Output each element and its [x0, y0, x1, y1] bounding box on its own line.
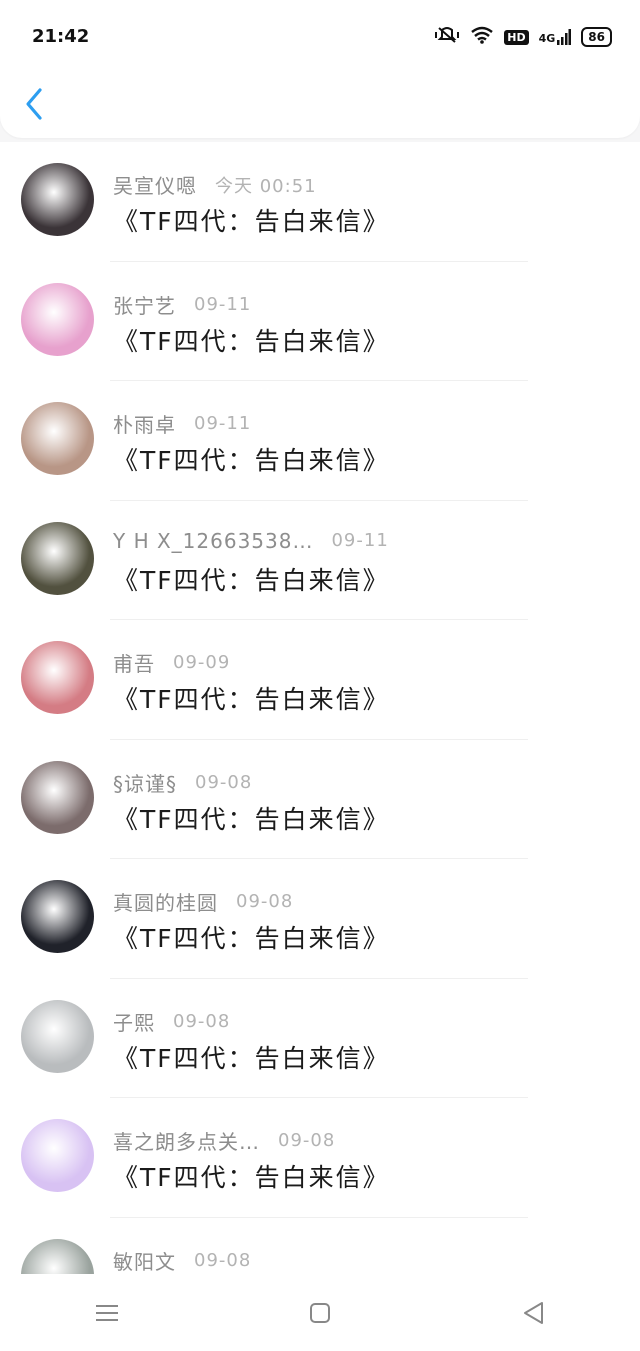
avatar[interactable] [21, 402, 94, 475]
status-time: 21:42 [32, 26, 90, 47]
top-header: 21:42 HD 4G 86 [0, 0, 640, 138]
sender-name[interactable]: 敏阳文 [113, 1246, 176, 1275]
network-type: 4G [538, 32, 556, 45]
message-meta: 甫吾 09-09 [113, 648, 230, 677]
mute-vibrate-icon [434, 26, 460, 48]
message-time: 09-08 [236, 891, 294, 912]
sender-name[interactable]: 甫吾 [113, 648, 155, 677]
message-text: 《TF四代：告白来信》 [113, 446, 390, 475]
sender-name[interactable]: 真圆的桂圆 [113, 887, 218, 916]
message-time: 09-08 [194, 1249, 252, 1271]
sender-name[interactable]: 张宁艺 [113, 290, 176, 319]
chevron-left-icon [26, 88, 42, 120]
message-time: 09-11 [194, 293, 252, 315]
signal-bars-icon [557, 29, 572, 45]
avatar[interactable] [21, 999, 94, 1073]
message-text: 《TF四代：告白来信》 [113, 565, 390, 595]
message-time: 09-11 [331, 530, 389, 551]
sender-name[interactable]: 吴宣仪嗯 [113, 170, 197, 199]
message-text: 《TF四代：告白来信》 [113, 1043, 390, 1073]
system-nav-bar [0, 1274, 640, 1351]
avatar[interactable] [21, 163, 94, 236]
message-time: 09-09 [173, 652, 231, 673]
message-meta: 真圆的桂圆 09-08 [113, 887, 293, 916]
sender-name[interactable]: 子熙 [113, 1007, 155, 1036]
battery-indicator: 86 [581, 27, 612, 47]
message-text: 《TF四代：告白来信》 [113, 685, 390, 714]
message-row[interactable]: 张宁艺 09-11 《TF四代：告白来信》 [0, 262, 640, 381]
avatar[interactable] [21, 880, 94, 953]
avatar[interactable] [21, 1119, 94, 1192]
back-nav-button[interactable] [513, 1293, 553, 1333]
message-row[interactable]: 敏阳文09-08《TF四代：告白来信》 [0, 1218, 640, 1275]
sender-name[interactable]: 朴雨卓 [113, 409, 176, 438]
message-row[interactable]: 子熙 09-08 《TF四代：告白来信》 [0, 979, 640, 1098]
avatar[interactable] [21, 641, 94, 714]
message-meta: 子熙 09-08 [113, 1007, 230, 1036]
status-icons: HD 4G 86 [434, 26, 612, 48]
sender-name[interactable]: 喜之朗多点关… [113, 1126, 260, 1155]
message-row[interactable]: §谅谨§ 09-08 《TF四代：告白来信》 [0, 740, 640, 859]
message-meta: 张宁艺 09-11 [113, 290, 251, 319]
message-text: 《TF四代：告白来信》 [113, 804, 390, 834]
menu-icon [95, 1304, 118, 1321]
message-text: 《TF四代：告白来信》 [113, 326, 390, 356]
sender-name[interactable]: §谅谨§ [113, 768, 177, 797]
back-button[interactable] [20, 86, 52, 122]
cellular-signal: 4G [539, 29, 572, 45]
menu-nav-button[interactable] [87, 1293, 127, 1333]
message-time: 今天 00:51 [215, 175, 317, 197]
home-nav-button[interactable] [300, 1293, 340, 1333]
message-text: 《TF四代：告白来信》 [113, 924, 390, 953]
message-meta: 朴雨卓 09-11 [113, 409, 251, 438]
avatar[interactable] [21, 1238, 94, 1274]
message-text: 《TF四代：告白来信》 [113, 1163, 390, 1192]
hd-badge: HD [504, 29, 529, 45]
message-row[interactable]: 吴宣仪嗯 今天 00:51 《TF四代：告白来信》 [0, 142, 640, 262]
message-meta: Y H X_12663538… 09-11 [113, 529, 389, 553]
avatar[interactable] [21, 282, 94, 356]
message-row[interactable]: 朴雨卓 09-11 《TF四代：告白来信》 [0, 381, 640, 501]
message-list[interactable]: 吴宣仪嗯 今天 00:51 《TF四代：告白来信》 张宁艺 09-11 《TF四代：告白来… [0, 142, 640, 1274]
message-row[interactable]: 真圆的桂圆 09-08 《TF四代：告白来信》 [0, 859, 640, 979]
message-meta: 敏阳文 09-08 [113, 1246, 251, 1275]
home-square-icon [309, 1302, 330, 1323]
message-row[interactable]: Y H X_12663538… 09-11 《TF四代：告白来信》 [0, 501, 640, 620]
avatar[interactable] [21, 760, 94, 834]
message-time: 09-08 [173, 1010, 231, 1032]
message-row[interactable]: 喜之朗多点关… 09-08 《TF四代：告白来信》 [0, 1098, 640, 1218]
wifi-icon [470, 26, 494, 48]
message-time: 09-08 [195, 771, 253, 793]
message-meta: 吴宣仪嗯 今天 00:51 [113, 170, 317, 199]
back-triangle-icon [524, 1301, 544, 1324]
avatar[interactable] [21, 521, 94, 595]
message-row[interactable]: 甫吾 09-09 《TF四代：告白来信》 [0, 620, 640, 740]
sender-name[interactable]: Y H X_12663538… [113, 529, 313, 553]
message-time: 09-11 [194, 413, 252, 434]
message-time: 09-08 [278, 1130, 336, 1151]
message-meta: 喜之朗多点关… 09-08 [113, 1126, 335, 1155]
message-text: 《TF四代：告白来信》 [113, 207, 390, 236]
message-meta: §谅谨§ 09-08 [113, 768, 252, 797]
